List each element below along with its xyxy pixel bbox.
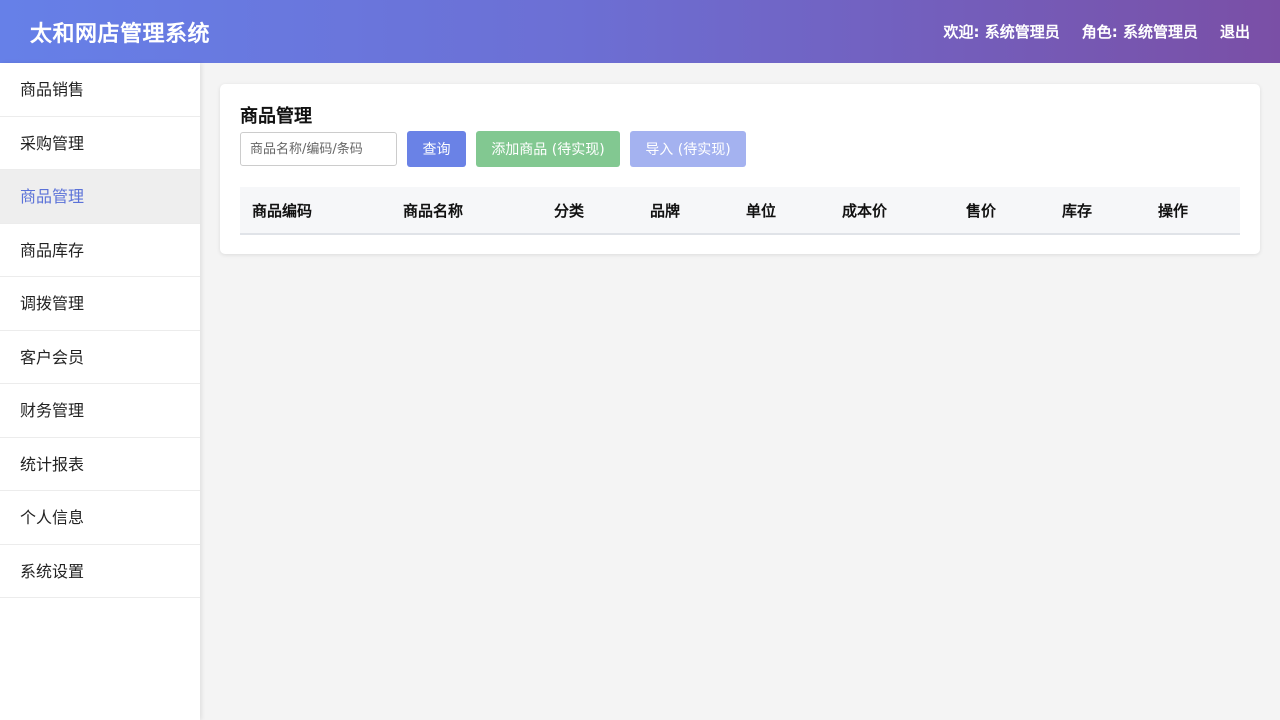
column-header-stock[interactable]: 库存 [1050,200,1146,221]
add-product-button[interactable]: 添加商品 (待实现) [476,131,620,167]
column-header-cost-price[interactable]: 成本价 [830,200,954,221]
toolbar: 查询 添加商品 (待实现) 导入 (待实现) [240,131,1240,167]
page-title: 商品管理 [240,106,312,127]
sidebar-item-settings[interactable]: 系统设置 [0,545,200,598]
search-input[interactable] [240,132,397,166]
sidebar-item-products[interactable]: 商品管理 [0,170,200,224]
sidebar-item-profile[interactable]: 个人信息 [0,491,200,545]
column-header-sale-price[interactable]: 售价 [954,200,1050,221]
column-header-actions: 操作 [1158,201,1189,220]
sidebar-item-sales[interactable]: 商品销售 [0,63,200,117]
column-header-unit[interactable]: 单位 [734,200,830,221]
logout-link[interactable]: 退出 [1220,21,1250,42]
welcome-text: 欢迎: 系统管理员 [943,23,1060,41]
column-header-category[interactable]: 分类 [542,200,638,221]
query-button[interactable]: 查询 [407,131,466,167]
sidebar: 商品销售 采购管理 商品管理 商品库存 调拨管理 客户会员 财务管理 统计报表 … [0,63,200,720]
app-title: 太和网店管理系统 [30,21,211,47]
import-button[interactable]: 导入 (待实现) [630,131,746,167]
column-header-name[interactable]: 商品名称 [391,200,542,221]
sidebar-item-reports[interactable]: 统计报表 [0,438,200,491]
sidebar-item-customers[interactable]: 客户会员 [0,331,200,384]
top-header: 太和网店管理系统 欢迎: 系统管理员 角色: 系统管理员 退出 [0,0,1280,63]
product-management-panel: 商品管理 查询 添加商品 (待实现) 导入 (待实现) 商品编码 商品名称 分类… [220,84,1260,254]
product-table-header: 商品编码 商品名称 分类 品牌 单位 成本价 售价 库存 操作 [240,187,1240,235]
sidebar-item-purchase[interactable]: 采购管理 [0,117,200,170]
column-header-brand[interactable]: 品牌 [638,200,734,221]
role-text: 角色: 系统管理员 [1081,23,1198,41]
sidebar-item-inventory[interactable]: 商品库存 [0,224,200,277]
sidebar-item-finance[interactable]: 财务管理 [0,384,200,438]
column-header-code[interactable]: 商品编码 [240,200,391,221]
user-bar: 欢迎: 系统管理员 角色: 系统管理员 退出 [944,21,1250,42]
sidebar-item-transfer[interactable]: 调拨管理 [0,277,200,331]
